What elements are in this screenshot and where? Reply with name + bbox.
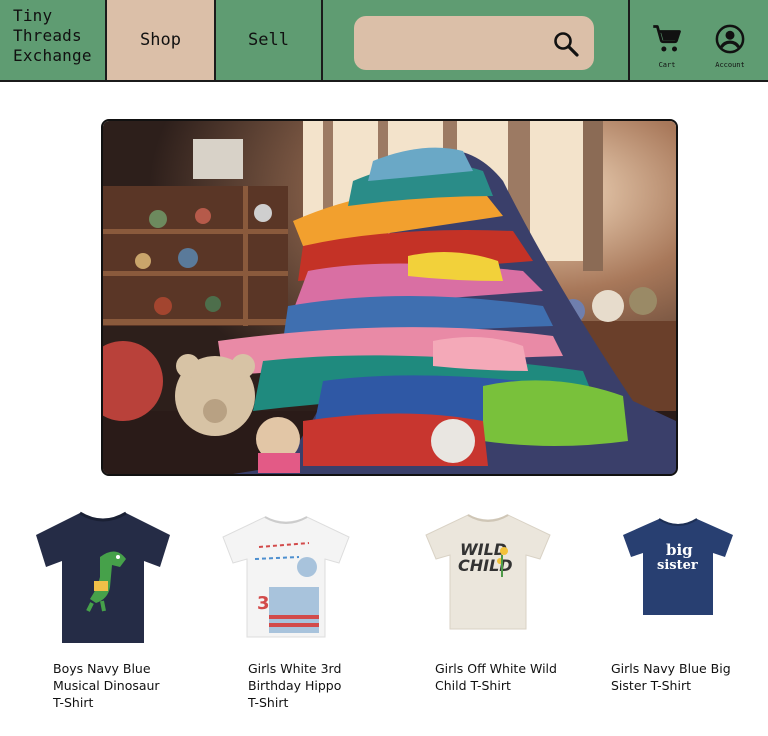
account-icon [715,24,745,58]
shirt-print-sister: sister [657,558,698,573]
search-icon[interactable] [552,30,580,58]
tab-shop[interactable]: Shop [107,0,216,80]
product-image: WILD CHILD [422,507,554,635]
product-title[interactable]: Girls White 3rd Birthday Hippo T-Shirt [248,660,378,711]
search-input[interactable] [368,16,542,72]
cart-button[interactable]: Cart [642,24,692,74]
account-label: Account [715,61,745,69]
top-navbar: Tiny Threads Exchange Shop Sell Cart Acc… [0,0,768,82]
birthday-number: 3 [257,593,270,614]
product-title[interactable]: Girls Off White Wild Child T-Shirt [435,660,565,694]
product-image [32,507,174,647]
site-logo[interactable]: Tiny Threads Exchange [0,0,107,80]
clothes-pile-illustration [103,121,676,474]
search-area [323,0,630,80]
tab-sell-label: Sell [248,30,289,50]
product-image: 3 [219,507,353,643]
hero-image [101,119,678,476]
product-grid: Boys Navy Blue Musical Dinosaur T-Shirt … [0,500,768,736]
account-button[interactable]: Account [705,24,755,74]
tab-sell[interactable]: Sell [216,0,323,80]
product-title[interactable]: Girls Navy Blue Big Sister T-Shirt [611,660,741,694]
tab-shop-label: Shop [140,30,181,50]
logo-line-1: Tiny [13,6,53,25]
search-box [354,16,594,72]
product-image: big sister [621,507,735,623]
product-title[interactable]: Boys Navy Blue Musical Dinosaur T-Shirt [53,660,183,711]
cart-icon [652,24,682,58]
cart-label: Cart [658,61,676,69]
shirt-print-child: CHILD [458,556,513,575]
logo-line-2: Threads [13,26,82,45]
logo-line-3: Exchange [13,46,92,65]
shirt-print-big: big [666,541,693,559]
